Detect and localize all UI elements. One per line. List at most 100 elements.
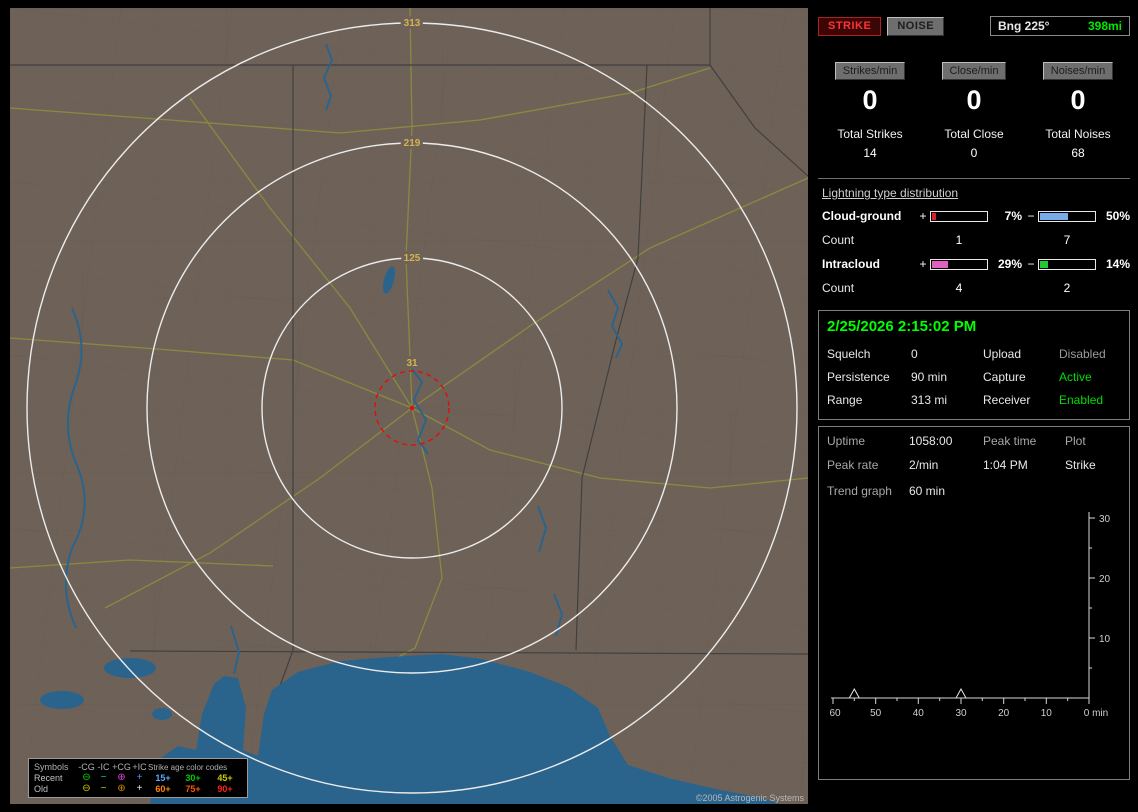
noises-per-min-badge: Noises/min <box>1042 62 1114 80</box>
cg-count-label: Count <box>822 233 855 247</box>
close-counter-col: Close/min 0 Total Close 0 <box>922 62 1026 160</box>
plot-label: Plot <box>1065 434 1086 448</box>
x-tick-50: 50 <box>870 708 882 719</box>
old-pic-icon: + <box>136 783 143 794</box>
ic-minus-count: 2 <box>1063 281 1071 295</box>
age-code-90: 90+ <box>217 784 233 794</box>
receiver-value: Enabled <box>1059 393 1104 407</box>
x-tick-40: 40 <box>913 708 925 719</box>
ring-label-219: 219 <box>404 138 421 149</box>
range-value: 313 mi <box>911 393 948 407</box>
cg-plus-pct: 7% <box>1004 209 1022 223</box>
recent-ncg-icon: ⊖ <box>82 772 91 783</box>
legend-header-ncg: -CG <box>78 762 95 772</box>
x-tick-30: 30 <box>955 708 967 719</box>
strike-button[interactable]: STRIKE <box>818 16 882 36</box>
age-code-15: 15+ <box>155 773 171 783</box>
trend-window-value: 60 min <box>909 484 946 498</box>
plot-value: Strike <box>1065 458 1096 472</box>
cg-minus-sign: − <box>1027 209 1035 223</box>
x-tick-0: 0 min <box>1084 708 1108 719</box>
upload-value: Disabled <box>1059 347 1106 361</box>
squelch-value: 0 <box>911 347 918 361</box>
x-tick-20: 20 <box>998 708 1010 719</box>
ic-minus-sign: − <box>1027 257 1035 271</box>
uptime-value: 1058:00 <box>909 434 953 448</box>
legend-header-pcg: +CG <box>112 762 131 772</box>
legend-old-label: Old <box>34 784 49 794</box>
old-nic-icon: − <box>100 783 107 794</box>
cg-minus-count: 7 <box>1063 233 1071 247</box>
capture-label: Capture <box>983 370 1026 384</box>
cg-plus-sign: + <box>919 209 927 223</box>
stats-trend-box: Uptime 1058:00 Peak time Plot Peak rate … <box>818 426 1130 780</box>
map-canvas: 313 219 125 31 <box>10 8 808 804</box>
age-code-30: 30+ <box>185 773 201 783</box>
ic-count-label: Count <box>822 281 855 295</box>
strikes-counter-col: Strikes/min 0 Total Strikes 14 <box>818 62 922 160</box>
cloud-ground-count-row: Count 1 7 <box>818 228 1130 252</box>
intracloud-label: Intracloud <box>822 257 881 271</box>
ic-plus-bar <box>930 258 988 270</box>
total-strikes-value: 14 <box>863 146 877 160</box>
legend-symbols-title: Symbols <box>34 762 69 772</box>
recent-nic-icon: − <box>100 772 107 783</box>
lightning-distribution: Lightning type distribution Cloud-ground… <box>818 178 1130 300</box>
uptime-label: Uptime <box>827 434 866 448</box>
upload-label: Upload <box>983 347 1022 361</box>
legend-header-nic: -IC <box>97 762 110 772</box>
close-per-min-value: 0 <box>966 85 982 115</box>
cloud-ground-row: Cloud-ground + 7% − 50% <box>818 204 1130 228</box>
trend-axes <box>831 512 1095 704</box>
intracloud-count-row: Count 4 2 <box>818 276 1130 300</box>
total-close-label: Total Close <box>944 127 1004 141</box>
trend-graph: 30 20 10 60 50 40 30 20 10 0 min <box>829 512 1111 719</box>
cg-minus-pct: 50% <box>1105 209 1130 223</box>
cg-minus-bar-fill <box>1040 212 1068 220</box>
strikes-per-min-badge: Strikes/min <box>834 62 906 80</box>
legend-age-title: Strike age color codes <box>148 762 228 772</box>
age-code-75: 75+ <box>185 784 201 794</box>
total-close-value: 0 <box>970 146 978 160</box>
trend-graph-row: Trend graph 60 min <box>827 484 1121 498</box>
age-code-45: 45+ <box>217 773 233 783</box>
lightning-map[interactable]: 313 219 125 31 Symbols -CG -IC +CG +IC S… <box>10 8 808 804</box>
map-legend: Symbols -CG -IC +CG +IC Strike age color… <box>28 758 248 798</box>
ic-minus-bar-fill <box>1040 260 1048 268</box>
y-tick-10: 10 <box>1099 634 1111 645</box>
persistence-label: Persistence <box>827 370 890 384</box>
recent-pcg-icon: ⊕ <box>117 772 126 783</box>
stats-grid: Uptime 1058:00 Peak time Plot Peak rate … <box>827 434 1121 472</box>
current-datetime: 2/25/2026 2:15:02 PM <box>827 318 977 335</box>
ring-label-125: 125 <box>404 253 421 264</box>
nexstorm-window: 313 219 125 31 Symbols -CG -IC +CG +IC S… <box>0 0 1138 812</box>
peak-time-label: Peak time <box>983 434 1037 448</box>
close-per-min-badge: Close/min <box>941 62 1007 80</box>
range-label: Range <box>827 393 863 407</box>
capture-value: Active <box>1059 370 1092 384</box>
old-ncg-icon: ⊖ <box>82 783 91 794</box>
ring-label-313: 313 <box>404 18 421 29</box>
status-grid: Squelch 0 Upload Disabled Persistence 90… <box>827 347 1121 407</box>
noise-button[interactable]: NOISE <box>887 16 945 36</box>
panel-topbar: STRIKE NOISE Bng 225° 398mi <box>818 16 1130 36</box>
x-tick-60: 60 <box>829 708 841 719</box>
peak-rate-value: 2/min <box>909 458 939 472</box>
cg-plus-bar-fill <box>932 212 936 220</box>
recent-pic-icon: + <box>136 772 143 783</box>
distribution-title: Lightning type distribution <box>822 186 959 200</box>
ic-plus-bar-fill <box>932 260 949 268</box>
persistence-value: 90 min <box>911 370 948 384</box>
peak-rate-label: Peak rate <box>827 458 879 472</box>
y-tick-30: 30 <box>1099 514 1111 525</box>
total-noises-label: Total Noises <box>1045 127 1111 141</box>
noises-counter-col: Noises/min 0 Total Noises 68 <box>1026 62 1130 160</box>
trend-spikes <box>848 687 967 699</box>
cloud-ground-label: Cloud-ground <box>822 209 902 223</box>
age-code-60: 60+ <box>155 784 171 794</box>
noises-per-min-value: 0 <box>1070 85 1086 115</box>
total-noises-value: 68 <box>1071 146 1085 160</box>
bearing-display: Bng 225° 398mi <box>990 16 1130 36</box>
ic-minus-bar <box>1038 258 1096 270</box>
strikes-per-min-value: 0 <box>862 85 878 115</box>
